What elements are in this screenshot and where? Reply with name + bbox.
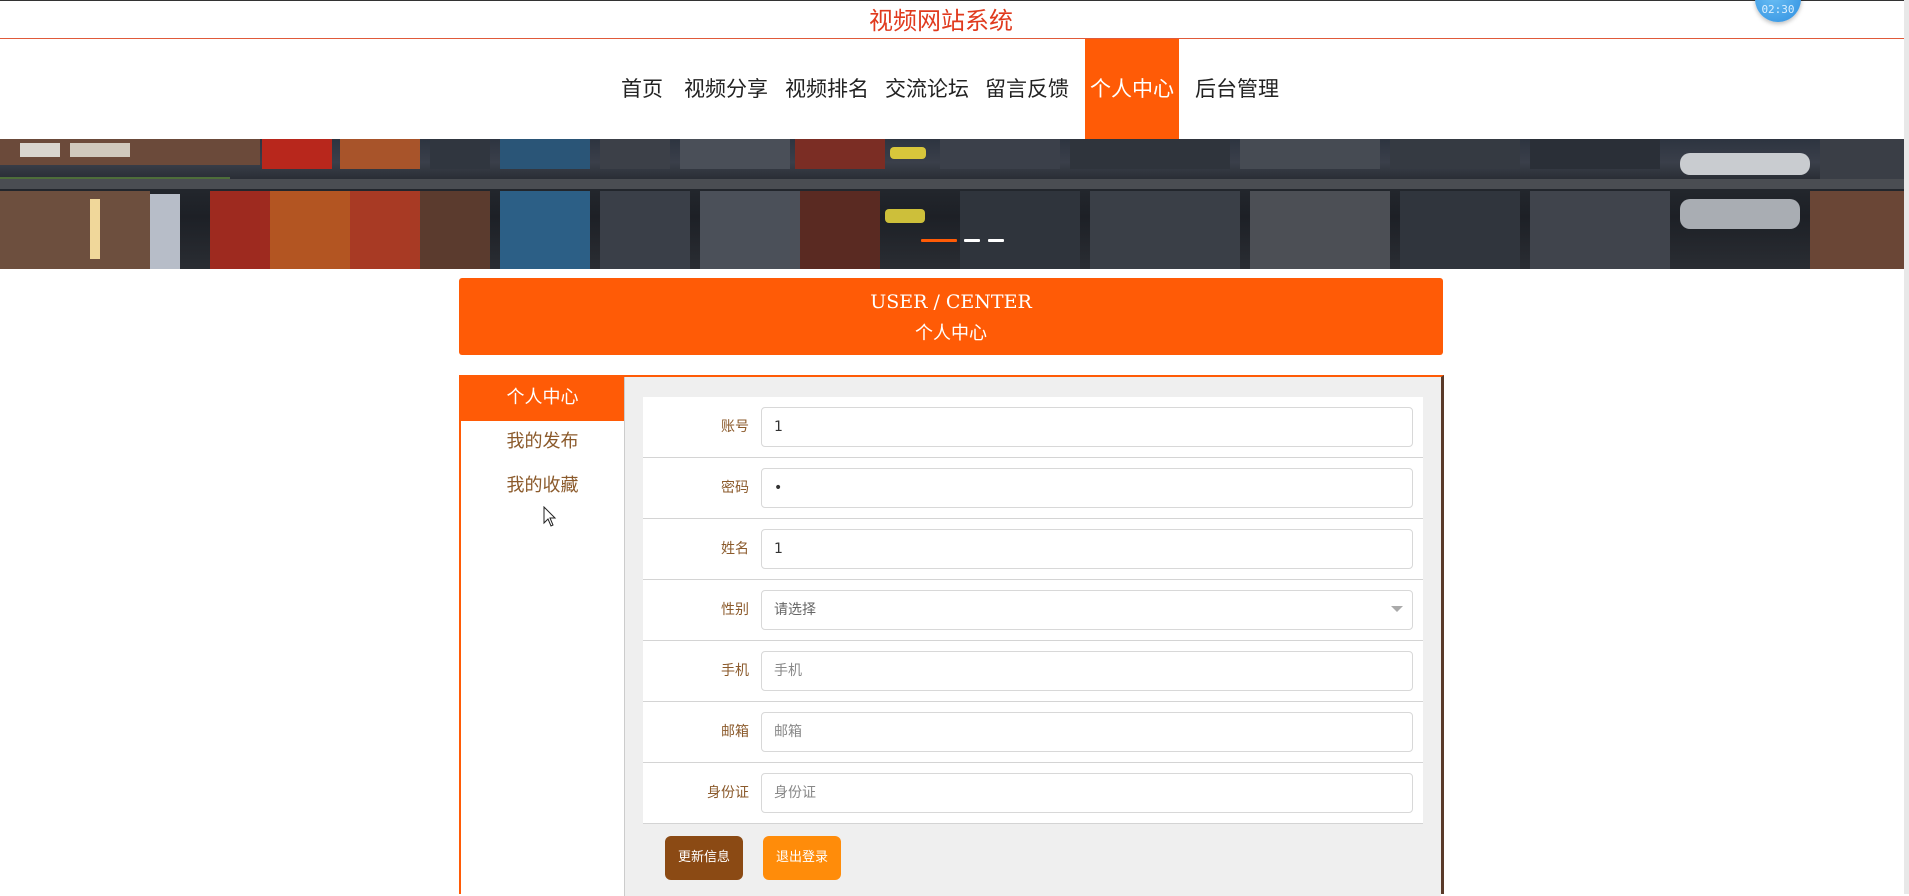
form-row-phone: 手机: [643, 641, 1423, 702]
gender-select-value[interactable]: 请选择: [761, 590, 1413, 630]
name-field[interactable]: [761, 529, 1413, 569]
phone-field[interactable]: [761, 651, 1413, 691]
chevron-down-icon: [1391, 606, 1403, 612]
nav-item-feedback[interactable]: 留言反馈: [984, 39, 1070, 139]
form-row-name: 姓名: [643, 519, 1423, 580]
user-center-title-en: USER / CENTER: [870, 291, 1032, 313]
update-info-button[interactable]: 更新信息: [665, 836, 743, 880]
sidebar-item-user-center[interactable]: 个人中心: [461, 377, 624, 421]
main-nav: 首页 视频分享 视频排名 交流论坛 留言反馈 个人中心 后台管理: [0, 39, 1904, 139]
mouse-pointer-icon: [543, 506, 557, 527]
id-card-field[interactable]: [761, 773, 1413, 813]
sidebar-item-my-favorites[interactable]: 我的收藏: [461, 465, 624, 509]
scrollbar-track[interactable]: [1904, 0, 1909, 894]
form-row-account: 账号: [643, 397, 1423, 458]
email-label: 邮箱: [721, 724, 749, 740]
site-title: 视频网站系统: [869, 7, 1013, 35]
account-label: 账号: [721, 419, 749, 435]
sidebar: 个人中心 我的发布 我的收藏: [461, 377, 624, 896]
logout-button[interactable]: 退出登录: [763, 836, 841, 880]
password-field[interactable]: [761, 468, 1413, 508]
form-row-gender: 性别 请选择: [643, 580, 1423, 641]
form-row-password: 密码: [643, 458, 1423, 519]
phone-label: 手机: [721, 663, 749, 679]
slider-dot-1[interactable]: [921, 239, 957, 242]
nav-item-video-rank[interactable]: 视频排名: [784, 39, 870, 139]
password-label: 密码: [721, 480, 749, 496]
user-center-header: USER / CENTER 个人中心: [459, 278, 1443, 355]
account-field[interactable]: [761, 407, 1413, 447]
nav-item-admin[interactable]: 后台管理: [1194, 39, 1280, 139]
form-row-id-card: 身份证: [643, 763, 1423, 824]
slider-dot-2[interactable]: [964, 239, 980, 242]
id-card-label: 身份证: [707, 785, 749, 801]
profile-form: 账号 密码 姓名 性别 请选择 手机 邮箱 身份证: [624, 377, 1441, 896]
banner-image[interactable]: [0, 139, 1904, 269]
window-top-border: [0, 0, 1909, 1]
nav-item-home[interactable]: 首页: [617, 39, 667, 139]
email-field[interactable]: [761, 712, 1413, 752]
nav-item-video-share[interactable]: 视频分享: [683, 39, 769, 139]
nav-item-user-center[interactable]: 个人中心: [1085, 39, 1179, 139]
slider-dot-3[interactable]: [988, 239, 1004, 242]
user-center-panel: 个人中心 我的发布 我的收藏 账号 密码 姓名 性别 请选择 手机 邮: [459, 375, 1444, 896]
name-label: 姓名: [721, 541, 749, 557]
form-row-email: 邮箱: [643, 702, 1423, 763]
user-center-title-cn: 个人中心: [915, 323, 987, 344]
gender-label: 性别: [721, 602, 749, 618]
nav-item-forum[interactable]: 交流论坛: [884, 39, 970, 139]
sidebar-item-my-posts[interactable]: 我的发布: [461, 421, 624, 465]
gender-select[interactable]: 请选择: [761, 590, 1413, 630]
